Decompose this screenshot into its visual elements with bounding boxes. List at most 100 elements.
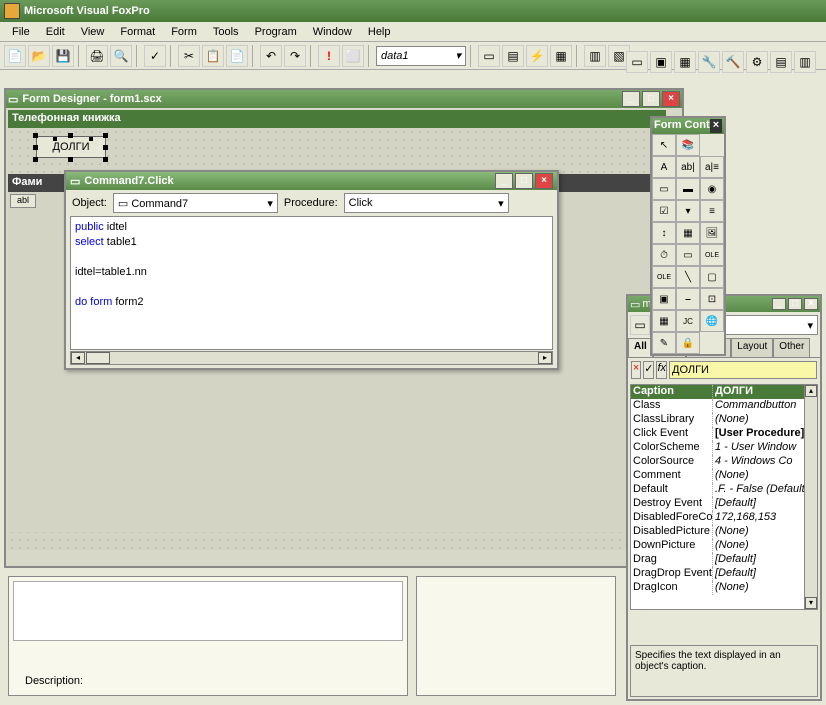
- builder-lock-icon[interactable]: ✎: [652, 332, 676, 354]
- menu-file[interactable]: File: [4, 24, 38, 40]
- rt2-icon[interactable]: ▣: [650, 51, 672, 73]
- activex-tool-icon[interactable]: 🌐: [700, 310, 724, 332]
- rt6-icon[interactable]: ⚙: [746, 51, 768, 73]
- prop-row[interactable]: ColorSource4 - Windows Co: [631, 455, 817, 469]
- close-button[interactable]: ×: [662, 91, 680, 107]
- props-min-button[interactable]: _: [772, 298, 786, 310]
- container-tool-icon[interactable]: ▣: [652, 288, 676, 310]
- minimize-button[interactable]: _: [622, 91, 640, 107]
- ole-tool-icon[interactable]: OLE: [700, 244, 724, 266]
- listbox-tool-icon[interactable]: ≡: [700, 200, 724, 222]
- spinner-tool-icon[interactable]: ↕: [652, 222, 676, 244]
- cut-icon[interactable]: ✂: [178, 45, 200, 67]
- copy-icon[interactable]: 📋: [202, 45, 224, 67]
- timer-tool-icon[interactable]: ⏱: [652, 244, 676, 266]
- button-lock-icon[interactable]: 🔒: [676, 332, 700, 354]
- undo-icon[interactable]: ↶: [260, 45, 282, 67]
- line-tool-icon[interactable]: ╲: [676, 266, 700, 288]
- menu-program[interactable]: Program: [247, 24, 305, 40]
- prop-row[interactable]: Click Event[User Procedure]: [631, 427, 817, 441]
- prop-row[interactable]: ColorScheme1 - User Window: [631, 441, 817, 455]
- tb-a-icon[interactable]: ▥: [584, 45, 606, 67]
- prop-row[interactable]: DisabledForeCo172,168,153: [631, 511, 817, 525]
- prop-row[interactable]: Destroy Event[Default]: [631, 497, 817, 511]
- paste-icon[interactable]: 📄: [226, 45, 248, 67]
- code-editor[interactable]: public idtel select table1 idtel=table1.…: [70, 216, 553, 350]
- open-icon[interactable]: 📂: [28, 45, 50, 67]
- save-icon[interactable]: 💾: [52, 45, 74, 67]
- menu-help[interactable]: Help: [360, 24, 399, 40]
- button-tool-icon[interactable]: ▭: [652, 178, 676, 200]
- form-icon[interactable]: ▭: [478, 45, 500, 67]
- prop-row[interactable]: DownPicture(None): [631, 539, 817, 553]
- rt5-icon[interactable]: 🔨: [722, 51, 744, 73]
- oleb-tool-icon[interactable]: OLE: [652, 266, 676, 288]
- prop-row[interactable]: DragIcon(None): [631, 581, 817, 595]
- code-minimize-button[interactable]: _: [495, 173, 513, 189]
- props-pin-icon[interactable]: ▭: [630, 315, 650, 335]
- props-fx-button[interactable]: fx: [656, 361, 667, 379]
- combobox-tool-icon[interactable]: ▾: [676, 200, 700, 222]
- textbox-tool-icon[interactable]: ab|: [676, 156, 700, 178]
- menu-tools[interactable]: Tools: [205, 24, 247, 40]
- menu-window[interactable]: Window: [305, 24, 360, 40]
- preview-icon[interactable]: 🔍: [110, 45, 132, 67]
- autoform-icon[interactable]: ⚡: [526, 45, 548, 67]
- prop-row[interactable]: ClassLibrary(None): [631, 413, 817, 427]
- code-close-button[interactable]: ×: [535, 173, 553, 189]
- separator-tool-icon[interactable]: ⎯: [676, 288, 700, 310]
- menu-view[interactable]: View: [73, 24, 113, 40]
- prop-row[interactable]: ClassCommandbutton: [631, 399, 817, 413]
- prop-row[interactable]: DisabledPicture(None): [631, 525, 817, 539]
- menu-edit[interactable]: Edit: [38, 24, 73, 40]
- props-max-button[interactable]: □: [788, 298, 802, 310]
- props-value-input[interactable]: [669, 361, 817, 379]
- menu-form[interactable]: Form: [163, 24, 205, 40]
- code-hscrollbar[interactable]: ◂ ▸: [70, 351, 553, 365]
- form-designer-titlebar[interactable]: ▭Form Designer - form1.scx _ □ ×: [6, 90, 682, 108]
- code-maximize-button[interactable]: □: [515, 173, 533, 189]
- grid-tool-icon[interactable]: ▦: [676, 222, 700, 244]
- maximize-button[interactable]: □: [642, 91, 660, 107]
- palette-titlebar[interactable]: Form Cont ×: [652, 118, 724, 134]
- prop-row[interactable]: CaptionДОЛГИ: [631, 385, 817, 399]
- shape-tool-icon[interactable]: ▢: [700, 266, 724, 288]
- code-titlebar[interactable]: ▭Command7.Click _ □ ×: [66, 172, 557, 190]
- view-classes-icon[interactable]: 📚: [676, 134, 700, 156]
- object-combo[interactable]: ▭ Command7▾: [113, 193, 278, 213]
- prop-row[interactable]: Comment(None): [631, 469, 817, 483]
- props-accept-icon[interactable]: ✓: [643, 361, 654, 379]
- props-cancel-icon[interactable]: ×: [631, 361, 641, 379]
- jc-tool-icon[interactable]: JC: [676, 310, 700, 332]
- autoreport-icon[interactable]: ▦: [550, 45, 572, 67]
- modify-icon[interactable]: ⬜: [342, 45, 364, 67]
- print-icon[interactable]: 🖨: [86, 45, 108, 67]
- redo-icon[interactable]: ↷: [284, 45, 306, 67]
- report-icon[interactable]: ▤: [502, 45, 524, 67]
- prop-row[interactable]: DragDrop Event[Default]: [631, 567, 817, 581]
- dolgi-button[interactable]: ДОЛГИ: [36, 136, 106, 158]
- pointer-tool-icon[interactable]: ↖: [652, 134, 676, 156]
- optiongroup-tool-icon[interactable]: ◉: [700, 178, 724, 200]
- rt3-icon[interactable]: ▦: [674, 51, 696, 73]
- props-scrollbar[interactable]: ▴ ▾: [804, 384, 818, 610]
- scroll-down-icon[interactable]: ▾: [805, 597, 817, 609]
- buttongroup-tool-icon[interactable]: ▬: [676, 178, 700, 200]
- menu-format[interactable]: Format: [112, 24, 163, 40]
- tab-other[interactable]: Other: [773, 338, 810, 357]
- pageframe-tool-icon[interactable]: ▭: [676, 244, 700, 266]
- palette-close-icon[interactable]: ×: [710, 119, 722, 133]
- label-tool-icon[interactable]: A: [652, 156, 676, 178]
- rt7-icon[interactable]: ▤: [770, 51, 792, 73]
- scroll-up-icon[interactable]: ▴: [805, 385, 817, 397]
- hyperlink-tool-icon[interactable]: ⊡: [700, 288, 724, 310]
- checkbox-tool-icon[interactable]: ☑: [652, 200, 676, 222]
- editbox-tool-icon[interactable]: a|≡: [700, 156, 724, 178]
- prop-row[interactable]: Drag[Default]: [631, 553, 817, 567]
- props-close-button[interactable]: ×: [804, 298, 818, 310]
- spell-icon[interactable]: ✓: [144, 45, 166, 67]
- rt4-icon[interactable]: 🔧: [698, 51, 720, 73]
- new-icon[interactable]: 📄: [4, 45, 26, 67]
- tab-layout[interactable]: Layout: [731, 338, 773, 357]
- builder-tool-icon[interactable]: ▦: [652, 310, 676, 332]
